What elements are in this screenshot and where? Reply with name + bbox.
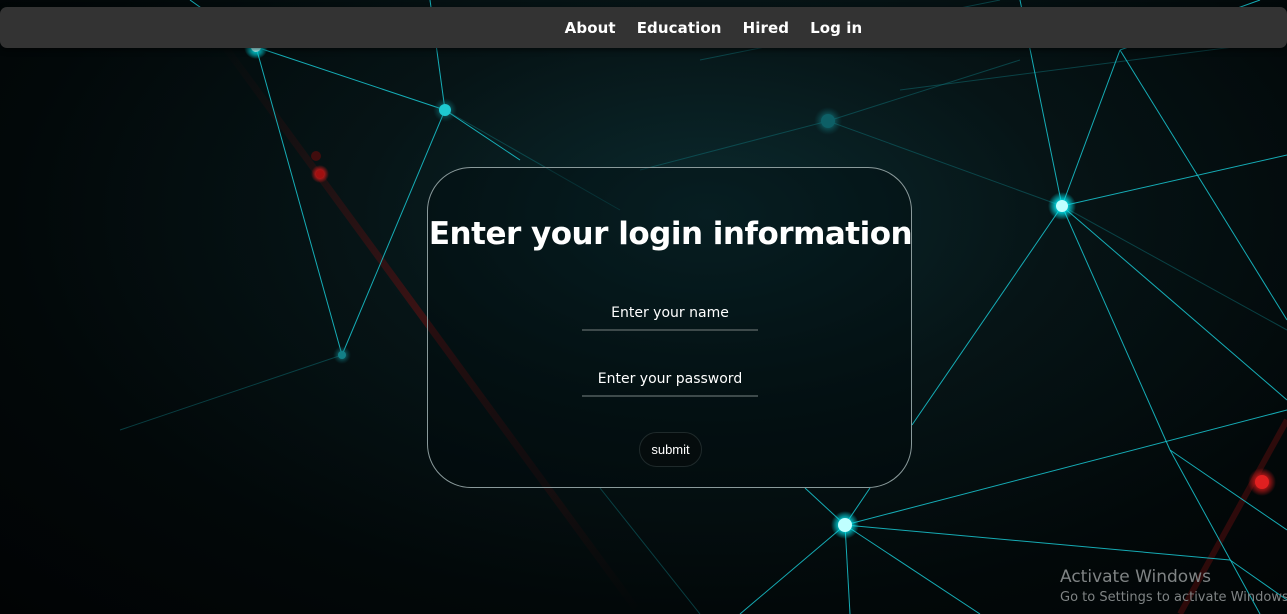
login-form-card: Enter your login information submit (427, 167, 913, 488)
activate-windows-watermark: Activate Windows Go to Settings to activ… (1060, 566, 1287, 608)
watermark-subtitle: Go to Settings to activate Windows. (1060, 590, 1287, 605)
page-background: About Education Hired Log in Enter your … (0, 0, 1287, 614)
password-input[interactable] (582, 363, 758, 397)
nav-link-about[interactable]: About (565, 19, 616, 37)
submit-button[interactable]: submit (639, 432, 702, 467)
nav-link-education[interactable]: Education (637, 19, 722, 37)
top-navbar: About Education Hired Log in (0, 7, 1287, 48)
name-input[interactable] (582, 297, 758, 331)
nav-links: About Education Hired Log in (565, 19, 863, 37)
nav-link-log-in[interactable]: Log in (810, 19, 862, 37)
watermark-title: Activate Windows (1060, 567, 1211, 587)
login-title: Enter your login information (428, 216, 913, 252)
nav-link-hired[interactable]: Hired (743, 19, 790, 37)
